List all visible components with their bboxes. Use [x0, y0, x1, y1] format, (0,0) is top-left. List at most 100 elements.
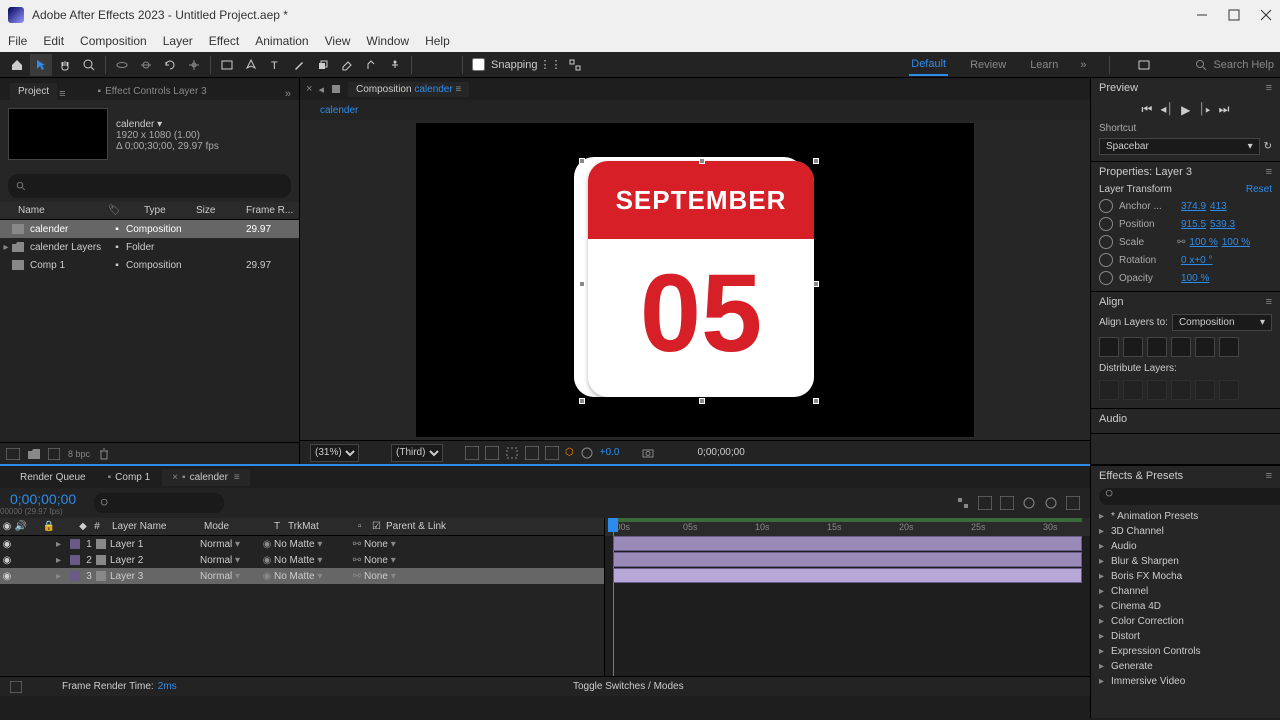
- scale-y[interactable]: 100 %: [1222, 237, 1250, 248]
- zoom-select[interactable]: (31%): [310, 444, 359, 462]
- effect-category[interactable]: ▸Audio: [1091, 539, 1280, 554]
- effect-category[interactable]: ▸Cinema 4D: [1091, 599, 1280, 614]
- channel-icon[interactable]: [545, 446, 559, 460]
- effect-category[interactable]: ▸Generate: [1091, 659, 1280, 674]
- maximize-icon[interactable]: [1228, 9, 1240, 21]
- project-search[interactable]: [26, 176, 283, 196]
- snapping-checkbox[interactable]: [472, 58, 485, 71]
- toggle-switches-button[interactable]: Toggle Switches / Modes: [573, 681, 684, 692]
- col-framerate[interactable]: Frame R...: [246, 205, 296, 216]
- rotate-tool[interactable]: [159, 54, 181, 76]
- play-button[interactable]: ▶: [1181, 103, 1190, 117]
- timeline-layer-row[interactable]: ◉▸2Layer 2Normal ▾◉No Matte ▾⚯None ▾: [0, 552, 604, 568]
- layer-bar-3[interactable]: [613, 568, 1082, 583]
- comp-mini-flowchart-icon[interactable]: [956, 496, 970, 510]
- comp-nav-icon[interactable]: [330, 83, 342, 95]
- align-right-button[interactable]: [1147, 337, 1167, 357]
- rectangle-tool[interactable]: [216, 54, 238, 76]
- stopwatch-position[interactable]: [1099, 217, 1113, 231]
- timeline-timecode[interactable]: 0;00;00;00: [0, 491, 86, 507]
- region-icon[interactable]: [505, 446, 519, 460]
- anchor-tool[interactable]: [183, 54, 205, 76]
- shy-icon[interactable]: [1000, 496, 1014, 510]
- pen-tool[interactable]: [240, 54, 262, 76]
- menu-effect[interactable]: Effect: [209, 34, 239, 48]
- menu-file[interactable]: File: [8, 34, 27, 48]
- first-frame-button[interactable]: ⏮: [1142, 102, 1153, 117]
- stopwatch-anchor[interactable]: [1099, 199, 1113, 213]
- col-name[interactable]: Name: [0, 205, 108, 216]
- position-x[interactable]: 915.5: [1181, 219, 1206, 230]
- effect-category[interactable]: ▸Blur & Sharpen: [1091, 554, 1280, 569]
- shortcut-select[interactable]: Spacebar▾: [1099, 138, 1260, 155]
- align-vcenter-button[interactable]: [1195, 337, 1215, 357]
- timeline-layer-row[interactable]: ◉▸3Layer 3Normal ▾◉No Matte ▾⚯None ▾: [0, 568, 604, 584]
- layer-bar-1[interactable]: [613, 536, 1082, 551]
- last-frame-button[interactable]: ⏭: [1219, 102, 1230, 117]
- hand-tool[interactable]: [54, 54, 76, 76]
- position-y[interactable]: 539.3: [1210, 219, 1235, 230]
- tl-footer-icon[interactable]: [10, 681, 22, 693]
- graph-editor-icon[interactable]: [1066, 496, 1080, 510]
- rotation-value[interactable]: 0 x+0 °: [1181, 255, 1213, 266]
- resolution-select[interactable]: (Third): [391, 444, 443, 462]
- align-to-select[interactable]: Composition▾: [1172, 314, 1272, 331]
- menu-animation[interactable]: Animation: [255, 34, 308, 48]
- prev-frame-button[interactable]: ◂⏐: [1160, 102, 1173, 117]
- transparency-grid-icon[interactable]: [465, 446, 479, 460]
- workspace-learn[interactable]: Learn: [1028, 55, 1060, 75]
- roto-tool[interactable]: [360, 54, 382, 76]
- snap-grid-icon[interactable]: [564, 54, 586, 76]
- composition-viewer[interactable]: SEPTEMBER 05: [300, 120, 1090, 440]
- project-row-calender[interactable]: calender ▪ Composition 29.97: [0, 220, 299, 238]
- effect-category[interactable]: ▸Color Correction: [1091, 614, 1280, 629]
- brush-tool[interactable]: [288, 54, 310, 76]
- timeline-layer-row[interactable]: ◉▸1Layer 1Normal ▾◉No Matte ▾⚯None ▾: [0, 536, 604, 552]
- project-tab[interactable]: Project: [10, 83, 57, 100]
- reset-button[interactable]: Reset: [1246, 184, 1272, 195]
- stopwatch-opacity[interactable]: [1099, 271, 1113, 285]
- effects-search[interactable]: [1115, 489, 1280, 504]
- effect-category[interactable]: ▸Boris FX Mocha: [1091, 569, 1280, 584]
- orbit-tool[interactable]: [111, 54, 133, 76]
- anchor-x[interactable]: 374.9: [1181, 201, 1206, 212]
- link-icon[interactable]: ⚯: [1177, 237, 1185, 248]
- motion-blur-icon[interactable]: [1044, 496, 1058, 510]
- next-frame-button[interactable]: ⏐▸: [1198, 102, 1210, 117]
- effect-category[interactable]: ▸Expression Controls: [1091, 644, 1280, 659]
- comp-thumbnail[interactable]: [8, 108, 108, 160]
- selection-tool[interactable]: [30, 54, 52, 76]
- effect-category[interactable]: ▸Distort: [1091, 629, 1280, 644]
- effect-category[interactable]: ▸Channel: [1091, 584, 1280, 599]
- reset-exposure-icon[interactable]: [580, 446, 594, 460]
- align-hcenter-button[interactable]: [1123, 337, 1143, 357]
- clone-tool[interactable]: [312, 54, 334, 76]
- comp-breadcrumb[interactable]: calender: [300, 100, 1090, 120]
- close-icon[interactable]: [1260, 9, 1272, 21]
- new-folder-icon[interactable]: [28, 449, 40, 459]
- align-top-button[interactable]: [1171, 337, 1191, 357]
- stopwatch-rotation[interactable]: [1099, 253, 1113, 267]
- calendar-layer[interactable]: SEPTEMBER 05: [582, 161, 816, 401]
- project-row-comp1[interactable]: Comp 1 ▪ Composition 29.97: [0, 256, 299, 274]
- menu-window[interactable]: Window: [366, 34, 409, 48]
- pan-behind-tool[interactable]: [135, 54, 157, 76]
- trash-icon[interactable]: [98, 448, 110, 460]
- color-management-icon[interactable]: ⬡: [565, 447, 574, 458]
- mask-icon[interactable]: [485, 446, 499, 460]
- timeline-ruler[interactable]: :00s 05s 10s 15s 20s 25s 30s: [605, 518, 1090, 536]
- puppet-tool[interactable]: [384, 54, 406, 76]
- frame-blend-icon[interactable]: [1022, 496, 1036, 510]
- menu-view[interactable]: View: [325, 34, 351, 48]
- viewer-timecode[interactable]: 0;00;00;00: [697, 447, 744, 458]
- effect-category[interactable]: ▸3D Channel: [1091, 524, 1280, 539]
- effect-category[interactable]: ▸* Animation Presets: [1091, 509, 1280, 524]
- project-row-layers[interactable]: ▸ calender Layers ▪ Folder: [0, 238, 299, 256]
- share-icon[interactable]: [1133, 54, 1155, 76]
- anchor-y[interactable]: 413: [1210, 201, 1227, 212]
- render-queue-tab[interactable]: Render Queue: [10, 469, 96, 486]
- text-tool[interactable]: T: [264, 54, 286, 76]
- menu-help[interactable]: Help: [425, 34, 450, 48]
- zoom-tool[interactable]: [78, 54, 100, 76]
- timeline-search[interactable]: [118, 494, 218, 512]
